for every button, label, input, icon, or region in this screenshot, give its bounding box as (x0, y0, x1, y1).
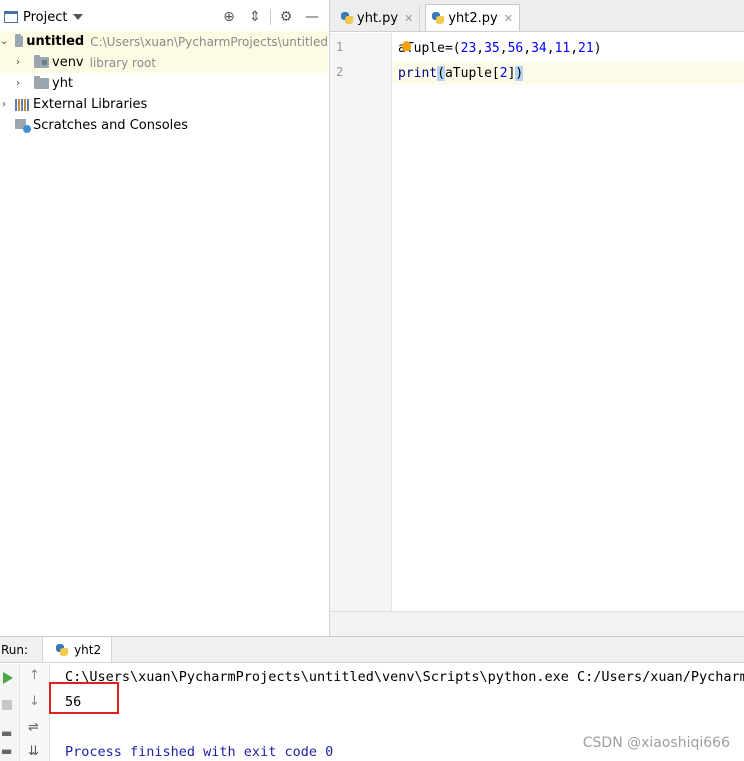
console-result-line: 56 (65, 694, 82, 710)
chevron-down-icon[interactable] (73, 14, 84, 20)
code-line-2[interactable]: print(aTuple[2]) (392, 61, 744, 85)
toolbar-divider (270, 9, 271, 25)
scratches-icon (15, 118, 31, 133)
editor: yht.py ✕ yht2.py ✕ 1 2 aTuple=(23,35,56,… (330, 0, 744, 636)
stop-icon[interactable] (2, 700, 12, 710)
console-toolbar: ↑ ↓ ⇌ ⇊ (20, 664, 50, 761)
tree-item-scratches[interactable]: Scratches and Consoles (0, 115, 328, 136)
intention-bulb-icon[interactable] (401, 40, 411, 51)
python-file-icon (340, 11, 354, 25)
line-number: 1 (336, 40, 344, 54)
run-tab-yht2[interactable]: yht2 (42, 637, 113, 662)
chevron-down-icon[interactable]: ⌄ (0, 36, 8, 47)
soft-wrap-icon[interactable]: ⇌ (28, 720, 39, 735)
line-number-gutter: 1 2 (330, 33, 392, 611)
layout-icon[interactable]: ▬ (1, 726, 12, 740)
tab-yht2-py[interactable]: yht2.py ✕ (425, 4, 520, 31)
code-text: print(aTuple[2]) (398, 65, 524, 81)
console-exit-line: Process finished with exit code 0 (65, 744, 334, 760)
watermark: CSDN @xiaoshiqi666 (582, 735, 730, 751)
tab-label: yht.py (357, 10, 399, 26)
editor-tab-bar: yht.py ✕ yht2.py ✕ (330, 0, 744, 32)
run-toolbar: ▬ ▬ (0, 664, 20, 761)
line-number: 2 (336, 65, 344, 79)
tree-item-external-libraries[interactable]: › External Libraries (0, 94, 328, 115)
pin-icon[interactable]: ▬ (1, 744, 12, 758)
run-tab-label: yht2 (74, 642, 102, 657)
chevron-right-icon[interactable]: › (0, 99, 8, 110)
folder-icon (34, 55, 49, 68)
tree-item-hint: library root (89, 55, 157, 70)
project-title[interactable]: Project (23, 10, 67, 25)
locate-icon[interactable]: ⊕ (216, 6, 242, 28)
python-file-icon (431, 11, 445, 25)
tab-yht-py[interactable]: yht.py ✕ (335, 5, 421, 31)
tree-item-label: yht (52, 76, 74, 91)
tree-item-venv[interactable]: › venv library root (0, 52, 328, 73)
arrow-down-icon[interactable]: ↓ (29, 694, 40, 709)
hide-panel-icon[interactable]: — (299, 6, 325, 28)
rerun-icon[interactable] (3, 672, 13, 684)
arrow-up-icon[interactable]: ↑ (29, 668, 40, 683)
python-file-icon (55, 643, 69, 657)
project-view-icon (4, 11, 18, 23)
project-header: Project ⊕ ⇕ ⚙ — (0, 0, 329, 35)
tree-item-label: untitled (26, 34, 85, 49)
tab-label: yht2.py (448, 10, 498, 26)
run-label: Run: (1, 642, 29, 657)
code-text: aTuple=(23,35,56,34,11,21) (398, 40, 602, 56)
folder-icon (15, 34, 24, 47)
close-icon[interactable]: ✕ (404, 12, 413, 25)
gear-icon[interactable]: ⚙ (273, 6, 299, 28)
scroll-to-end-icon[interactable]: ⇊ (28, 744, 39, 759)
chevron-right-icon[interactable]: › (13, 57, 23, 68)
tree-item-label: External Libraries (33, 97, 148, 112)
code-area[interactable]: aTuple=(23,35,56,34,11,21) print(aTuple[… (392, 33, 744, 611)
library-icon (15, 98, 29, 111)
console-command-line: C:\Users\xuan\PycharmProjects\untitled\v… (65, 669, 744, 685)
project-toolbar: ⊕ ⇕ ⚙ — (216, 6, 325, 28)
chevron-right-icon[interactable]: › (13, 78, 23, 89)
tree-item-path: C:\Users\xuan\PycharmProjects\untitled (90, 34, 328, 49)
tree-item-yht[interactable]: › yht (0, 73, 328, 94)
collapse-all-icon[interactable]: ⇕ (242, 6, 268, 28)
project-panel: Project ⊕ ⇕ ⚙ — ⌄ untitled C:\Users\xuan… (0, 0, 330, 636)
tree-item-label: venv (52, 55, 84, 70)
code-line-1[interactable]: aTuple=(23,35,56,34,11,21) (392, 36, 744, 60)
tree-item-untitled[interactable]: ⌄ untitled C:\Users\xuan\PycharmProjects… (0, 31, 328, 52)
editor-breadcrumb-bar (330, 611, 744, 636)
run-header: Run: yht2 (0, 637, 744, 663)
tree-item-label: Scratches and Consoles (33, 118, 189, 133)
close-icon[interactable]: ✕ (504, 12, 513, 25)
folder-icon (34, 76, 49, 89)
